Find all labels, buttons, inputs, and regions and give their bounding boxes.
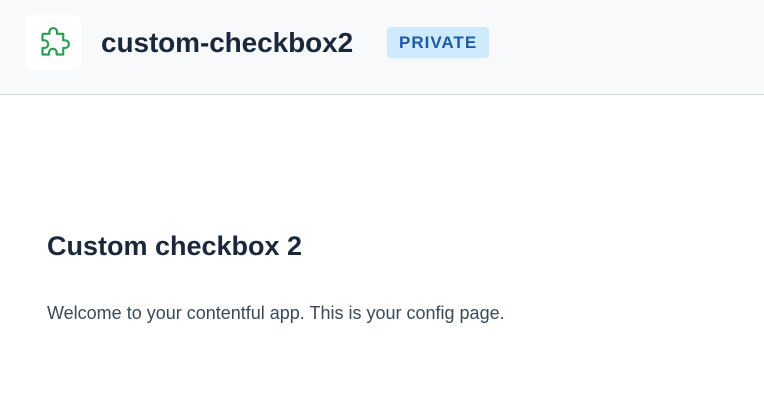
app-icon-container (26, 15, 81, 70)
app-name: custom-checkbox2 (101, 27, 354, 58)
puzzle-piece-icon (40, 26, 70, 56)
private-badge: PRIVATE (387, 27, 490, 58)
app-header: custom-checkbox2 PRIVATE (0, 0, 764, 95)
page-title: Custom checkbox 2 (47, 231, 303, 261)
page-description: Welcome to your contentful app. This is … (47, 303, 505, 323)
config-page-content: Custom checkbox 2 Welcome to your conten… (47, 228, 737, 326)
